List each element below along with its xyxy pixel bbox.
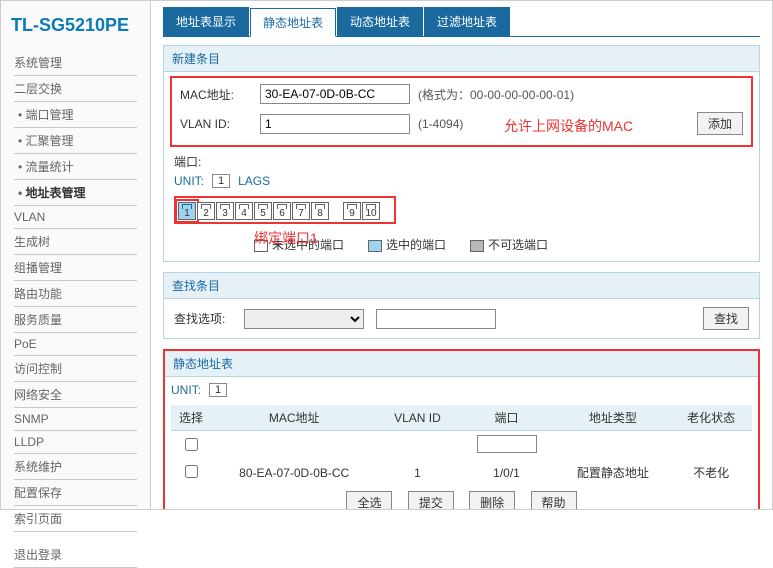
nav-qos[interactable]: 服务质量 [14,307,137,333]
nav-poe[interactable]: PoE [14,333,137,356]
search-input[interactable] [376,309,496,329]
port-label: 端口: [174,153,254,170]
nav-lldp[interactable]: LLDP [14,431,137,454]
vlan-hint: (1-4094) [418,117,463,131]
sidebar: TL-SG5210PE 系统管理 二层交换 端口管理 汇聚管理 流量统计 地址表… [1,1,151,509]
brand-title: TL-SG5210PE [1,9,150,50]
tab-dynamic[interactable]: 动态地址表 [337,7,423,36]
port-filter-select[interactable] [477,435,537,453]
section-search: 查找条目 查找选项: 查找 [163,272,760,339]
nav-sysmgr[interactable]: 系统管理 [14,50,137,76]
unit-label: UNIT: [174,174,204,188]
nav-route[interactable]: 路由功能 [14,281,137,307]
row-checkbox[interactable] [185,465,198,478]
tab-filter[interactable]: 过滤地址表 [424,7,510,36]
select-all-button[interactable]: 全选 [346,491,392,509]
nav-l2[interactable]: 二层交换 [14,76,137,102]
table-unit-label: UNIT: [171,383,201,397]
port-7[interactable]: 7 [292,202,310,220]
nav-maint[interactable]: 系统维护 [14,454,137,480]
nav-stp[interactable]: 生成树 [14,229,137,255]
port-5[interactable]: 5 [254,202,272,220]
mac-label: MAC地址: [180,86,260,103]
cell-type: 配置静态地址 [556,460,671,485]
col-port: 端口 [457,405,555,431]
tab-display[interactable]: 地址表显示 [163,7,249,36]
cell-port: 1/0/1 [457,460,555,485]
nav-logout[interactable]: 退出登录 [14,542,137,568]
nav-agg[interactable]: 汇聚管理 [14,128,137,154]
nav-access[interactable]: 访问控制 [14,356,137,382]
port-8[interactable]: 8 [311,202,329,220]
section-title-table: 静态地址表 [165,351,758,377]
legend-sel: 选中的端口 [386,238,446,252]
col-type: 地址类型 [556,405,671,431]
legend-sel-icon [368,240,382,252]
nav-mcast[interactable]: 组播管理 [14,255,137,281]
annotation-allow-mac: 允许上网设备的MAC [504,116,633,136]
port-10[interactable]: 10 [362,202,380,220]
annotation-bind-port: 绑定端口1 [254,228,318,248]
section-static-table: 静态地址表 UNIT: 1 选择 MAC地址 VLAN ID 端口 地址类型 老… [163,349,760,509]
legend-dis-icon [470,240,484,252]
mac-input[interactable] [260,84,410,104]
port-1[interactable]: 1 [178,202,196,220]
nav-addr[interactable]: 地址表管理 [14,180,137,206]
nav-port[interactable]: 端口管理 [14,102,137,128]
port-legend: 未选中的端口 选中的端口 不可选端口 [254,236,749,253]
port-4[interactable]: 4 [235,202,253,220]
vlan-input[interactable] [260,114,410,134]
table-filter-row [171,431,752,461]
section-title-new: 新建条目 [164,46,759,72]
unit-value[interactable]: 1 [212,174,230,188]
search-select[interactable] [244,309,364,329]
nav-snmp[interactable]: SNMP [14,408,137,431]
section-title-search: 查找条目 [164,273,759,299]
static-addr-table: 选择 MAC地址 VLAN ID 端口 地址类型 老化状态 [171,405,752,485]
port-6[interactable]: 6 [273,202,291,220]
submit-button[interactable]: 提交 [408,491,454,509]
search-label: 查找选项: [174,310,244,327]
nav-save[interactable]: 配置保存 [14,480,137,506]
legend-dis: 不可选端口 [488,238,548,252]
tab-static[interactable]: 静态地址表 [250,8,336,37]
nav-traffic[interactable]: 流量统计 [14,154,137,180]
help-button[interactable]: 帮助 [531,491,577,509]
lags-tab[interactable]: LAGS [238,174,270,188]
mac-hint: (格式为：00-00-00-00-00-01) [418,86,574,103]
nav-netsec[interactable]: 网络安全 [14,382,137,408]
search-button[interactable]: 查找 [703,307,749,330]
cell-aging: 不老化 [670,460,752,485]
cell-mac: 80-EA-07-0D-0B-CC [211,460,377,485]
delete-button[interactable]: 删除 [469,491,515,509]
port-3[interactable]: 3 [216,202,234,220]
col-vlan: VLAN ID [377,405,457,431]
select-all-checkbox[interactable] [185,438,198,451]
table-unit-value[interactable]: 1 [209,383,227,397]
port-2[interactable]: 2 [197,202,215,220]
port-selector: 1 2 3 4 5 6 7 8 9 10 [174,196,396,224]
table-row: 80-EA-07-0D-0B-CC 1 1/0/1 配置静态地址 不老化 [171,460,752,485]
port-9[interactable]: 9 [343,202,361,220]
col-select: 选择 [171,405,211,431]
main: 地址表显示 静态地址表 动态地址表 过滤地址表 新建条目 MAC地址: (格式为… [151,1,772,509]
section-new-entry: 新建条目 MAC地址: (格式为：00-00-00-00-00-01) VLAN… [163,45,760,262]
col-mac: MAC地址 [211,405,377,431]
cell-vlan: 1 [377,460,457,485]
add-button[interactable]: 添加 [697,112,743,135]
tabs: 地址表显示 静态地址表 动态地址表 过滤地址表 [163,7,760,37]
vlan-label: VLAN ID: [180,117,260,131]
col-aging: 老化状态 [670,405,752,431]
nav-vlan[interactable]: VLAN [14,206,137,229]
